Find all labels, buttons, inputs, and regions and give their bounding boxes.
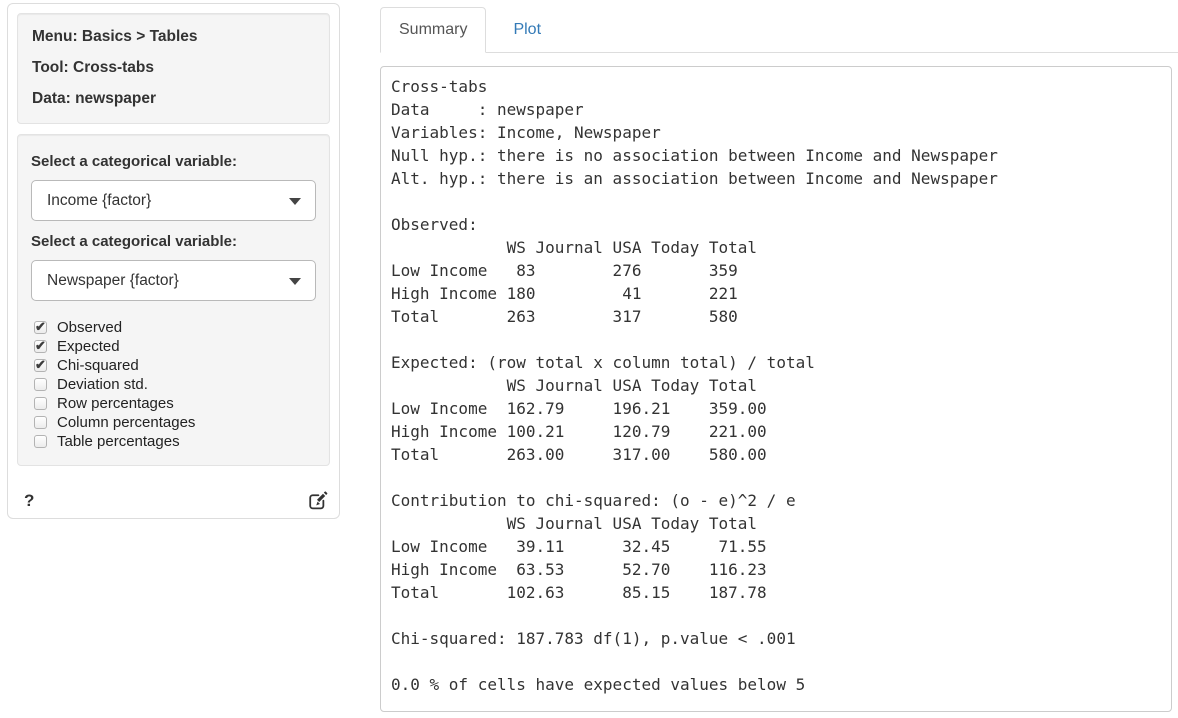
pencil-square-icon	[308, 491, 328, 511]
check-icon: ✔	[35, 319, 46, 335]
caret-down-icon	[289, 278, 301, 285]
checkbox-row-percentages[interactable]: ✔	[34, 397, 47, 410]
checkbox-row-deviation-std[interactable]: ✔ Deviation std.	[31, 375, 316, 394]
tool-label: Tool: Cross-tabs	[32, 52, 315, 83]
checkbox-column-percentages[interactable]: ✔	[34, 416, 47, 429]
tab-plot[interactable]: Plot	[494, 7, 560, 53]
variable2-select[interactable]: Newspaper {factor}	[31, 260, 316, 301]
cross-tabs-report-text: Cross-tabs Data : newspaper Variables: I…	[391, 75, 1161, 696]
context-info-well: Menu: Basics > Tables Tool: Cross-tabs D…	[17, 13, 330, 124]
checkbox-chi-squared[interactable]: ✔	[34, 359, 47, 372]
tab-summary[interactable]: Summary	[380, 7, 486, 53]
checkbox-label: Deviation std.	[57, 376, 148, 393]
check-icon: ✔	[35, 357, 46, 373]
checkbox-expected[interactable]: ✔	[34, 340, 47, 353]
checkbox-label: Row percentages	[57, 395, 174, 412]
check-icon: ✔	[35, 338, 46, 354]
edit-report-button[interactable]	[308, 491, 328, 511]
checkbox-table-percentages[interactable]: ✔	[34, 435, 47, 448]
summary-report-box: Cross-tabs Data : newspaper Variables: I…	[380, 66, 1172, 712]
help-report-row: ?	[17, 489, 328, 513]
checkbox-label: Expected	[57, 338, 120, 355]
checkbox-row-column-percentages[interactable]: ✔ Column percentages	[31, 413, 316, 432]
variable2-label: Select a categorical variable:	[31, 233, 316, 250]
checkbox-deviation-std[interactable]: ✔	[34, 378, 47, 391]
checkbox-label: Column percentages	[57, 414, 195, 431]
help-button[interactable]: ?	[17, 491, 34, 511]
caret-down-icon	[289, 198, 301, 205]
variable1-select[interactable]: Income {factor}	[31, 180, 316, 221]
dataset-label: Data: newspaper	[32, 83, 315, 114]
checkbox-row-table-percentages[interactable]: ✔ Table percentages	[31, 432, 316, 451]
checkbox-row-row-percentages[interactable]: ✔ Row percentages	[31, 394, 316, 413]
checkbox-observed[interactable]: ✔	[34, 321, 47, 334]
main-tab-bar: Summary Plot	[380, 8, 1178, 53]
variable2-select-value: Newspaper {factor}	[47, 272, 179, 290]
variable1-select-value: Income {factor}	[47, 192, 151, 210]
menu-breadcrumb: Menu: Basics > Tables	[32, 21, 315, 52]
checkbox-label: Observed	[57, 319, 122, 336]
checkbox-label: Table percentages	[57, 433, 180, 450]
checkbox-row-observed[interactable]: ✔ Observed	[31, 318, 316, 337]
checkbox-label: Chi-squared	[57, 357, 139, 374]
checkbox-row-chi-squared[interactable]: ✔ Chi-squared	[31, 356, 316, 375]
output-options-group: ✔ Observed ✔ Expected ✔ Chi-squared ✔ De…	[31, 318, 316, 451]
checkbox-row-expected[interactable]: ✔ Expected	[31, 337, 316, 356]
sidebar-panel: Menu: Basics > Tables Tool: Cross-tabs D…	[7, 3, 340, 519]
variable1-label: Select a categorical variable:	[31, 153, 316, 170]
controls-well: Select a categorical variable: Income {f…	[17, 134, 330, 466]
